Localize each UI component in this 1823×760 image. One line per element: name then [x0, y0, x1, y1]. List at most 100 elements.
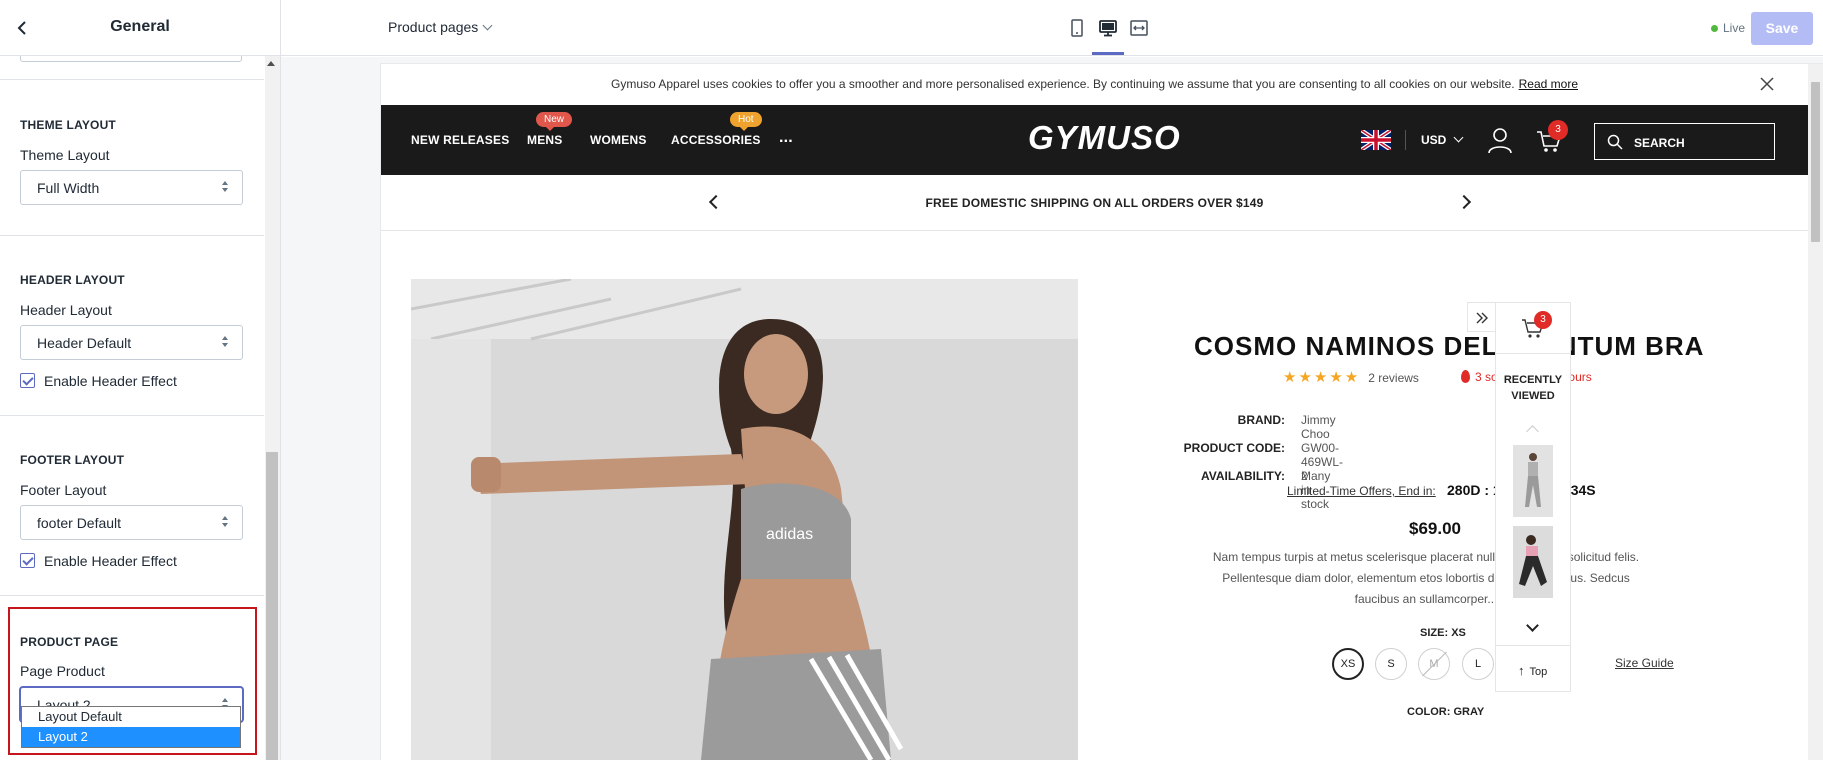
thumbnail-image: [1513, 445, 1553, 517]
product-code-label: PRODUCT CODE:: [1183, 441, 1285, 455]
flame-icon: [1461, 370, 1470, 383]
header-layout-select[interactable]: Header Default: [20, 325, 243, 360]
close-icon[interactable]: [1760, 77, 1774, 91]
store-navigation: NEW RELEASES MENS New WOMENS ACCESSORIES…: [381, 105, 1808, 175]
product-description: Nam tempus turpis at metus scelerisque p…: [1212, 550, 1640, 606]
chevron-down-icon: [1453, 132, 1464, 143]
sidebar-header: General: [0, 0, 280, 56]
uk-flag-icon[interactable]: [1361, 130, 1391, 150]
select-value: Header Default: [37, 335, 132, 351]
size-guide-link[interactable]: Size Guide: [1615, 656, 1674, 670]
checkbox-label: Enable Header Effect: [44, 373, 177, 389]
reviews-count: 2 reviews: [1368, 371, 1419, 385]
recently-viewed-thumbnail[interactable]: [1513, 445, 1553, 517]
sidebar-title: General: [110, 18, 170, 35]
new-badge: New: [536, 112, 573, 131]
previous-select[interactable]: [20, 56, 242, 62]
store-logo[interactable]: GYMUSO: [1028, 119, 1181, 159]
brand-value: Jimmy Choo: [1301, 413, 1336, 441]
select-caret-icon: [222, 181, 230, 195]
shipping-text: FREE DOMESTIC SHIPPING ON ALL ORDERS OVE…: [925, 196, 1264, 210]
desktop-view-icon[interactable]: [1096, 16, 1120, 40]
checkbox-label: Enable Header Effect: [44, 553, 177, 569]
live-status: Live: [1711, 21, 1745, 35]
page-selector[interactable]: Product pages: [388, 19, 493, 35]
cart-count-badge: 3: [1534, 311, 1552, 329]
cookie-text: Gymuso Apparel uses cookies to offer you…: [611, 77, 1515, 91]
select-value: Full Width: [37, 180, 100, 196]
theme-layout-select[interactable]: Full Width: [20, 170, 243, 205]
select-value: footer Default: [37, 515, 122, 531]
hot-badge: Hot: [730, 112, 762, 131]
availability-label: AVAILABILITY:: [1201, 469, 1285, 483]
save-button[interactable]: Save: [1751, 12, 1813, 45]
section-title: FOOTER LAYOUT: [20, 453, 125, 467]
arrow-up-icon: ↑: [1518, 663, 1525, 678]
size-selected: XS: [1451, 627, 1466, 639]
product-rating[interactable]: ★★★★★ 2 reviews: [1283, 368, 1419, 386]
size-option-l[interactable]: L: [1462, 648, 1494, 680]
size-label-text: SIZE:: [1420, 627, 1449, 639]
select-caret-icon: [222, 336, 230, 350]
live-dot-icon: [1711, 25, 1718, 32]
editor-topbar: Product pages Live Save: [281, 0, 1823, 56]
theme-layout-section: THEME LAYOUT Theme Layout Full Width: [0, 80, 264, 236]
dropdown-option-layout-default[interactable]: Layout Default: [22, 707, 240, 727]
section-title: THEME LAYOUT: [20, 118, 116, 132]
size-option-xs[interactable]: XS: [1332, 648, 1364, 680]
footer-layout-select[interactable]: footer Default: [20, 505, 243, 540]
scroll-up-arrow-icon[interactable]: [267, 61, 275, 66]
cookie-read-more-link[interactable]: Read more: [1519, 77, 1578, 91]
chevron-up-icon[interactable]: [1526, 425, 1539, 438]
sidebar-scrollbar-thumb[interactable]: [266, 452, 278, 760]
cookie-banner: Gymuso Apparel uses cookies to offer you…: [381, 64, 1808, 105]
nav-item-accessories[interactable]: ACCESSORIES: [671, 133, 761, 147]
back-to-top-label: Top: [1529, 666, 1548, 678]
live-status-label: Live: [1723, 21, 1746, 35]
search-box[interactable]: SEARCH: [1594, 123, 1775, 160]
product-price: $69.00: [1409, 519, 1461, 538]
chevron-down-icon: [482, 20, 493, 31]
checkbox-checked-icon[interactable]: [20, 553, 35, 568]
footer-layout-section: FOOTER LAYOUT Footer Layout footer Defau…: [0, 416, 264, 596]
store-preview-frame: Gymuso Apparel uses cookies to offer you…: [381, 64, 1823, 760]
previous-section: [0, 56, 264, 80]
nav-divider: [1405, 130, 1406, 150]
nav-item-womens[interactable]: WOMENS: [590, 133, 647, 147]
svg-text:adidas: adidas: [766, 526, 813, 543]
field-label: Footer Layout: [20, 482, 107, 498]
currency-selector[interactable]: USD: [1421, 132, 1464, 147]
section-title: HEADER LAYOUT: [20, 273, 125, 287]
field-label: Header Layout: [20, 302, 112, 318]
search-icon: [1607, 134, 1623, 150]
product-photo-model: adidas: [411, 279, 1078, 760]
dropdown-option-layout-2[interactable]: Layout 2: [22, 727, 240, 747]
full-width-view-icon[interactable]: [1127, 16, 1151, 40]
divider: [1496, 353, 1570, 354]
nav-item-new-releases[interactable]: NEW RELEASES: [411, 133, 509, 147]
color-label-text: COLOR:: [1407, 706, 1451, 718]
mobile-view-icon[interactable]: [1065, 16, 1089, 40]
limited-offer-label: Limited-Time Offers, End in:: [1287, 484, 1436, 498]
preview-scrollbar-thumb[interactable]: [1811, 82, 1820, 242]
product-title: COSMO NAMINOS DELEMENTUM BRA: [1194, 331, 1705, 361]
chevron-down-icon[interactable]: [1526, 619, 1539, 632]
nav-more-button[interactable]: ...: [779, 129, 793, 147]
nav-item-mens[interactable]: MENS: [527, 133, 562, 147]
header-layout-section: HEADER LAYOUT Header Layout Header Defau…: [0, 236, 264, 416]
recently-viewed-thumbnail[interactable]: [1513, 526, 1553, 598]
color-label: COLOR: GRAY: [1407, 706, 1484, 718]
product-image[interactable]: adidas: [411, 279, 1078, 760]
expand-toggle[interactable]: [1467, 302, 1495, 332]
user-account-icon[interactable]: [1487, 126, 1513, 154]
page-selector-label: Product pages: [388, 19, 479, 35]
back-to-top-button[interactable]: ↑ Top: [1518, 663, 1547, 678]
settings-sidebar: General THEME LAYOUT Theme Layout Full W…: [0, 0, 281, 760]
size-option-m[interactable]: M: [1418, 648, 1450, 680]
color-selected: GRAY: [1453, 706, 1485, 718]
checkbox-checked-icon[interactable]: [20, 373, 35, 388]
divider: [1496, 645, 1570, 646]
size-option-s[interactable]: S: [1375, 648, 1407, 680]
page-product-dropdown[interactable]: Layout Default Layout 2: [21, 706, 241, 748]
field-label: Theme Layout: [20, 147, 110, 163]
